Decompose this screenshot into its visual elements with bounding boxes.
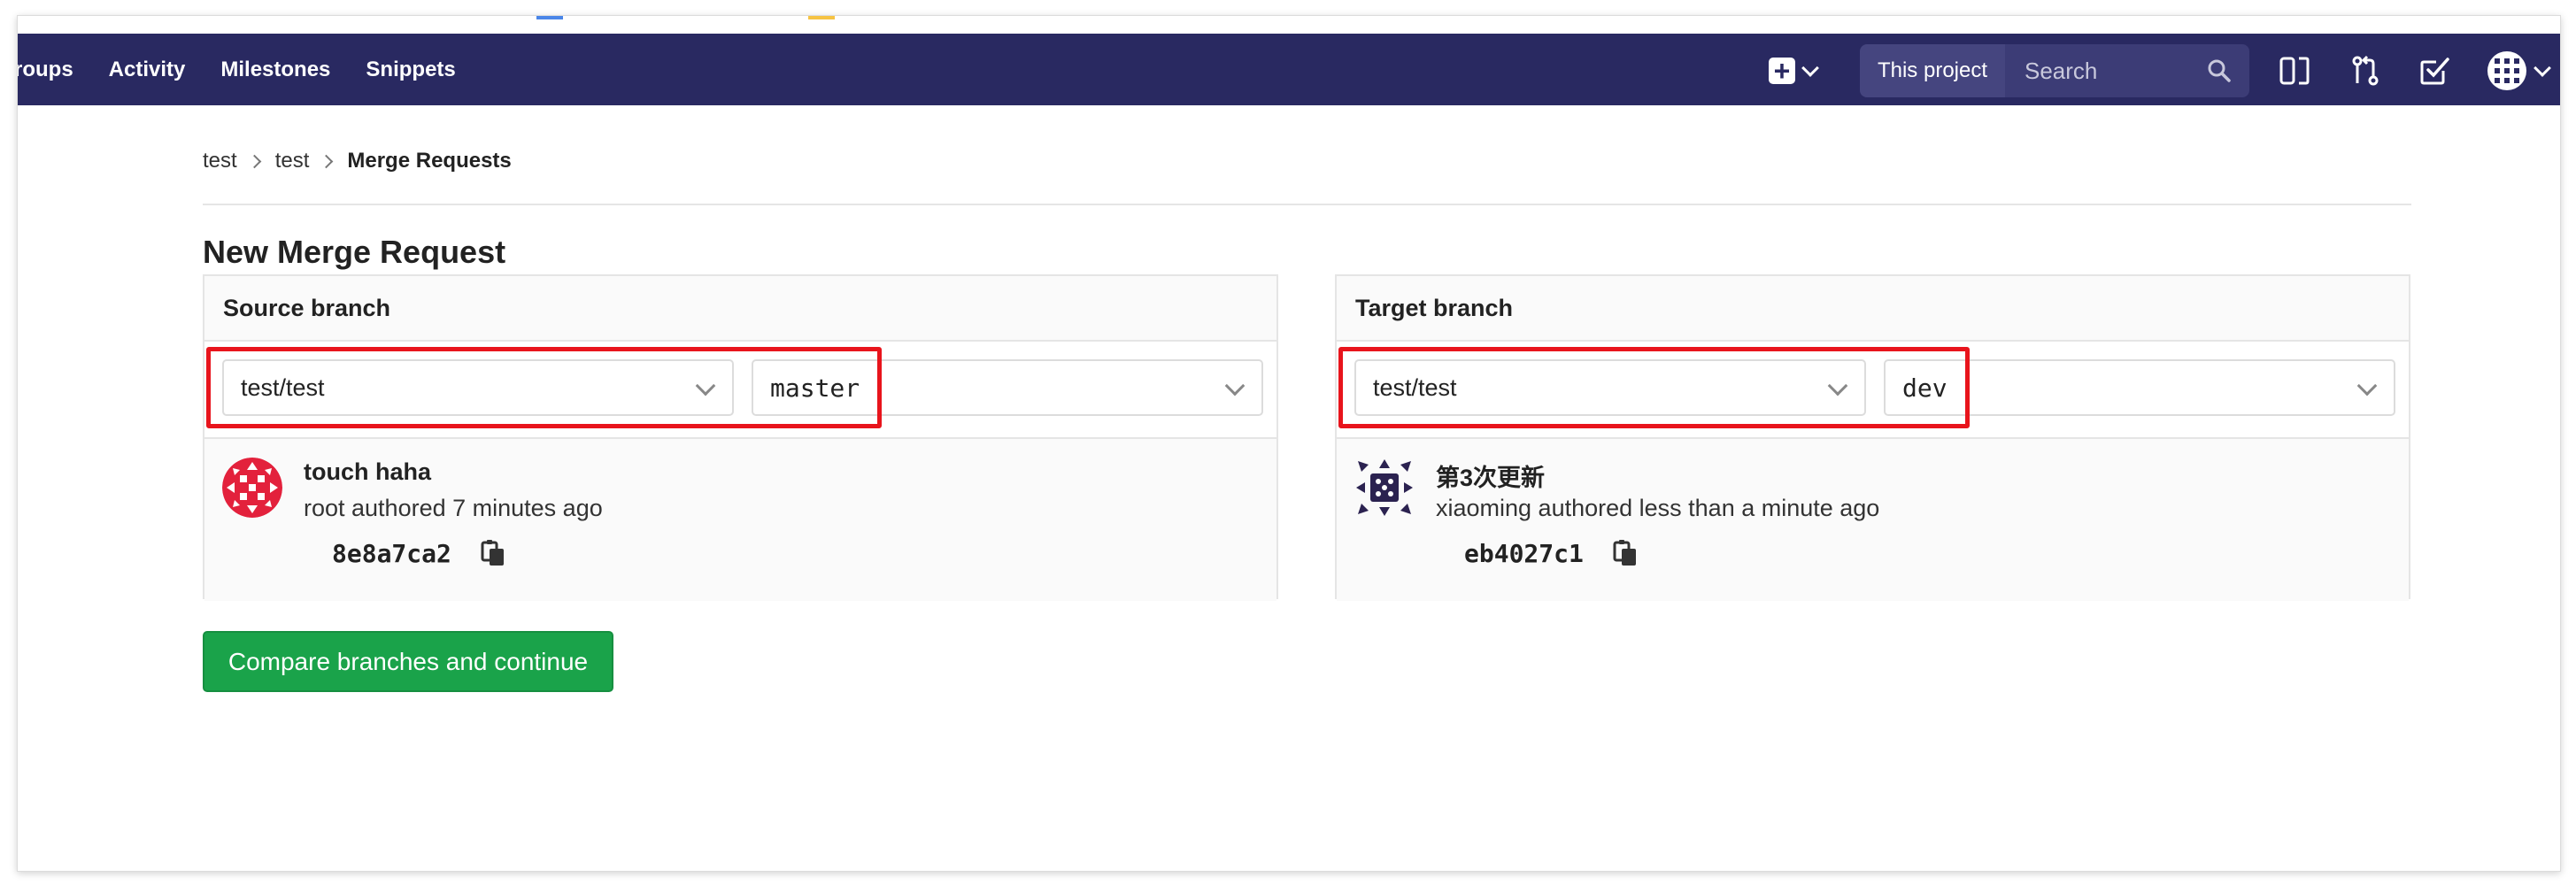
chevron-down-icon (2534, 59, 2551, 77)
user-menu[interactable] (2487, 50, 2551, 92)
source-branch-value: master (770, 373, 860, 403)
source-project-select[interactable]: test/test (222, 359, 734, 416)
nav-link-snippets[interactable]: Snippets (366, 58, 455, 82)
top-navbar: roups Activity Milestones Snippets + Thi… (18, 34, 2560, 105)
nav-link-groups[interactable]: roups (18, 58, 73, 82)
target-branch-panel: Target branch test/test dev 第3次更新 xiaomi… (1335, 274, 2410, 601)
tab-indicator (808, 16, 835, 19)
breadcrumb: test test Merge Requests (203, 149, 512, 173)
commit-meta: xiaoming authored less than a minute ago (1436, 495, 1880, 521)
source-branch-panel: Source branch test/test master touch hah… (203, 274, 1278, 601)
merge-request-icon[interactable] (2348, 53, 2383, 88)
nav-link-activity[interactable]: Activity (109, 58, 186, 82)
chevron-right-icon (247, 154, 261, 168)
target-commit: 第3次更新 xiaoming authored less than a minu… (1337, 439, 2409, 601)
plus-icon: + (1769, 57, 1795, 85)
search-field (2005, 44, 2249, 97)
commit-sha[interactable]: 8e8a7ca2 (332, 539, 451, 568)
todo-check-icon[interactable] (2417, 53, 2452, 88)
browser-tab-strip (18, 16, 2560, 34)
copy-icon[interactable] (1611, 539, 1639, 567)
breadcrumb-item-group[interactable]: test (203, 149, 237, 173)
copy-icon[interactable] (479, 539, 507, 567)
divider (203, 204, 2411, 205)
commit-title[interactable]: touch haha (304, 458, 431, 486)
user-avatar-icon (2487, 51, 2526, 90)
search-scope-badge[interactable]: This project (1860, 44, 2005, 97)
chevron-right-icon (320, 154, 334, 168)
breadcrumb-current[interactable]: Merge Requests (347, 149, 511, 173)
chevron-down-icon (2356, 375, 2378, 396)
page-title: New Merge Request (203, 234, 506, 270)
nav-links: roups Activity Milestones Snippets (18, 34, 491, 105)
target-project-value: test/test (1373, 373, 1457, 401)
browser-window: roups Activity Milestones Snippets + Thi… (17, 15, 2561, 872)
target-selects: test/test dev (1337, 342, 2409, 439)
avatar[interactable] (1354, 458, 1415, 518)
target-branch-value: dev (1902, 373, 1947, 403)
source-commit: touch haha root authored 7 minutes ago 8… (204, 439, 1276, 601)
target-branch-heading: Target branch (1337, 276, 2409, 342)
avatar[interactable] (222, 458, 282, 518)
source-branch-heading: Source branch (204, 276, 1276, 342)
commit-title[interactable]: 第3次更新 (1436, 458, 1545, 493)
new-item-dropdown[interactable]: + (1769, 57, 1831, 85)
chevron-down-icon (1224, 375, 1246, 396)
search-group: This project (1860, 44, 2249, 97)
breadcrumb-item-project[interactable]: test (275, 149, 310, 173)
chevron-down-icon (695, 375, 716, 396)
source-selects: test/test master (204, 342, 1276, 439)
commit-meta: root authored 7 minutes ago (304, 495, 603, 521)
compare-branches-button[interactable]: Compare branches and continue (203, 631, 613, 692)
source-project-value: test/test (241, 373, 325, 401)
main-content: test test Merge Requests New Merge Reque… (18, 105, 2560, 871)
tab-indicator (536, 16, 563, 19)
nav-link-milestones[interactable]: Milestones (220, 58, 330, 82)
sidebar-toggle-icon[interactable] (2277, 53, 2312, 88)
search-icon[interactable] (2207, 58, 2232, 83)
search-input[interactable] (2023, 56, 2203, 86)
commit-sha[interactable]: eb4027c1 (1464, 539, 1584, 568)
target-branch-select[interactable]: dev (1884, 359, 2395, 416)
source-branch-select[interactable]: master (752, 359, 1263, 416)
chevron-down-icon (1827, 375, 1848, 396)
chevron-down-icon (1801, 59, 1819, 77)
target-project-select[interactable]: test/test (1354, 359, 1866, 416)
